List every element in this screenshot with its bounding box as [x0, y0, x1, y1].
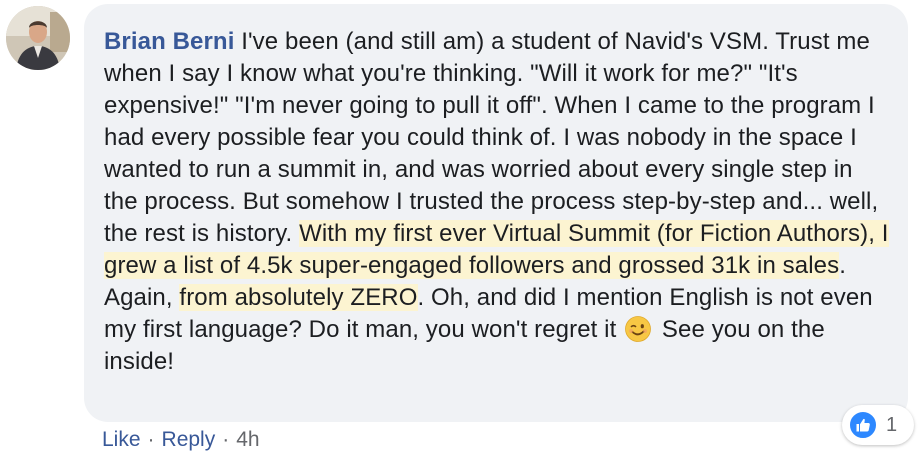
reply-button[interactable]: Reply	[162, 426, 216, 454]
thumbs-up-icon	[848, 410, 878, 440]
comment-actions: Like · Reply · 4h	[102, 426, 260, 454]
winking-face-emoji-icon	[625, 316, 652, 342]
avatar[interactable]	[6, 6, 70, 70]
reaction-count: 1	[886, 413, 898, 436]
author-name-link[interactable]: Brian Berni	[104, 28, 234, 55]
separator-dot: ·	[147, 428, 155, 451]
comment-text-part: I've been (and still am) a student of Na…	[104, 28, 879, 247]
comment-text: Brian Berni I've been (and still am) a s…	[104, 26, 890, 378]
separator-dot: ·	[222, 428, 230, 451]
comment-bubble: Brian Berni I've been (and still am) a s…	[84, 4, 908, 422]
timestamp[interactable]: 4h	[236, 426, 259, 454]
highlighted-text: from absolutely ZERO	[179, 284, 418, 311]
like-button[interactable]: Like	[102, 426, 141, 454]
reactions-summary[interactable]: 1	[842, 405, 914, 445]
avatar-photo	[6, 6, 70, 70]
